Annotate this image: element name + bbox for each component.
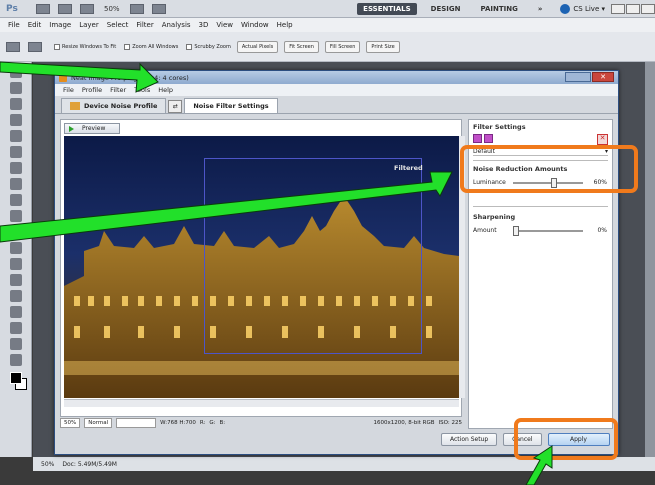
arrow-to-apply [525,445,553,485]
arrow-to-luminance [0,171,453,243]
arrow-to-filter-tab [0,61,159,93]
annotation-arrows [0,61,553,485]
